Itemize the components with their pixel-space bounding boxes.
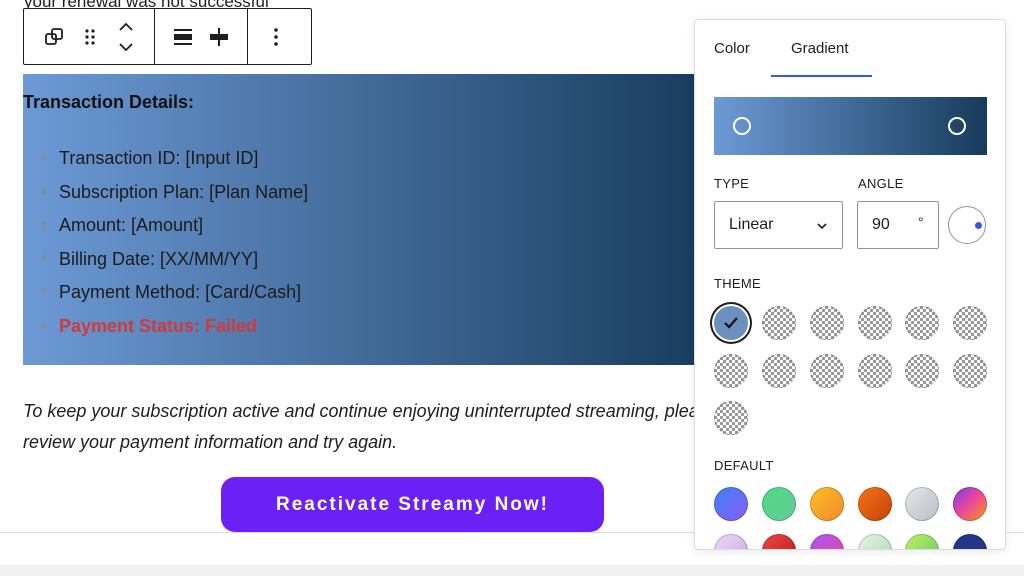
theme-swatch[interactable] — [953, 306, 987, 340]
angle-value: 90 — [872, 216, 890, 233]
bottom-bar — [0, 565, 1024, 576]
duplicate-icon[interactable] — [36, 9, 72, 64]
list-item: Amount: [Amount] — [41, 213, 308, 247]
width-icon[interactable] — [201, 9, 237, 64]
theme-swatch[interactable] — [714, 401, 748, 435]
toolbar-group-more — [247, 9, 304, 64]
angle-label: ANGLE — [858, 176, 904, 191]
default-gradient-swatch[interactable] — [858, 534, 892, 549]
default-gradient-swatch[interactable] — [953, 487, 987, 521]
theme-swatch[interactable] — [858, 354, 892, 388]
gradient-stop-end[interactable] — [948, 117, 966, 135]
color-gradient-popover: Color Gradient TYPE ANGLE Linear 90 ° TH… — [694, 19, 1006, 550]
list-item: Billing Date: [XX/MM/YY] — [41, 247, 308, 281]
default-gradient-swatch[interactable] — [714, 534, 748, 549]
default-gradient-swatch[interactable] — [858, 487, 892, 521]
align-icon[interactable] — [165, 9, 201, 64]
theme-swatch[interactable] — [905, 306, 939, 340]
default-gradient-swatch[interactable] — [762, 487, 796, 521]
theme-label: THEME — [714, 276, 761, 291]
block-title: Transaction Details: — [23, 92, 195, 112]
tab-color[interactable]: Color — [714, 40, 750, 57]
default-gradient-swatch[interactable] — [905, 487, 939, 521]
toolbar-group-move — [24, 9, 154, 64]
type-label: TYPE — [714, 176, 750, 191]
select-value: Linear — [729, 216, 774, 233]
default-label: DEFAULT — [714, 458, 774, 473]
move-up-down-icon[interactable] — [108, 9, 144, 64]
default-gradient-swatch[interactable] — [714, 487, 748, 521]
paragraph-line: review your payment information and try … — [23, 432, 398, 452]
reactivate-button[interactable]: Reactivate Streamy Now! — [221, 477, 604, 532]
list-item: Transaction ID: [Input ID] — [41, 146, 308, 180]
angle-dial[interactable] — [948, 206, 986, 244]
payment-status-failed: Payment Status: Failed — [41, 314, 308, 348]
info-paragraph: To keep your subscription active and con… — [23, 396, 695, 458]
theme-swatch[interactable] — [714, 354, 748, 388]
gradient-stop-start[interactable] — [733, 117, 751, 135]
checkmark-icon — [724, 317, 738, 329]
drag-handle-icon[interactable] — [72, 9, 108, 64]
default-gradient-swatch[interactable] — [953, 534, 987, 549]
theme-swatch[interactable] — [762, 354, 796, 388]
details-list: Transaction ID: [Input ID] Subscription … — [41, 146, 308, 348]
theme-swatch[interactable] — [905, 354, 939, 388]
degree-unit: ° — [918, 214, 924, 230]
gradient-type-select[interactable]: Linear — [714, 201, 843, 249]
active-tab-indicator — [771, 75, 872, 77]
theme-swatch[interactable] — [858, 306, 892, 340]
popover-tabs: Color Gradient — [695, 20, 1005, 78]
default-gradient-swatch[interactable] — [762, 534, 796, 549]
default-gradient-swatch[interactable] — [810, 534, 844, 549]
block-toolbar — [23, 8, 312, 65]
more-options-icon[interactable] — [258, 9, 294, 64]
angle-input[interactable]: 90 ° — [857, 201, 939, 249]
theme-swatch[interactable] — [953, 354, 987, 388]
chevron-down-icon — [817, 223, 827, 230]
transaction-details-block[interactable]: Transaction Details: Transaction ID: [In… — [23, 74, 713, 365]
theme-swatch[interactable] — [810, 354, 844, 388]
default-gradient-swatch[interactable] — [905, 534, 939, 549]
list-item: Payment Method: [Card/Cash] — [41, 280, 308, 314]
theme-swatch[interactable] — [810, 306, 844, 340]
paragraph-line: To keep your subscription active and con… — [23, 401, 695, 421]
default-gradient-swatch[interactable] — [810, 487, 844, 521]
theme-swatch[interactable] — [762, 306, 796, 340]
tab-gradient[interactable]: Gradient — [791, 40, 849, 57]
gradient-bar[interactable] — [714, 97, 987, 155]
theme-swatch-selected[interactable] — [714, 306, 748, 340]
list-item: Subscription Plan: [Plan Name] — [41, 180, 308, 214]
angle-dial-indicator — [975, 222, 982, 229]
toolbar-group-align — [154, 9, 247, 64]
